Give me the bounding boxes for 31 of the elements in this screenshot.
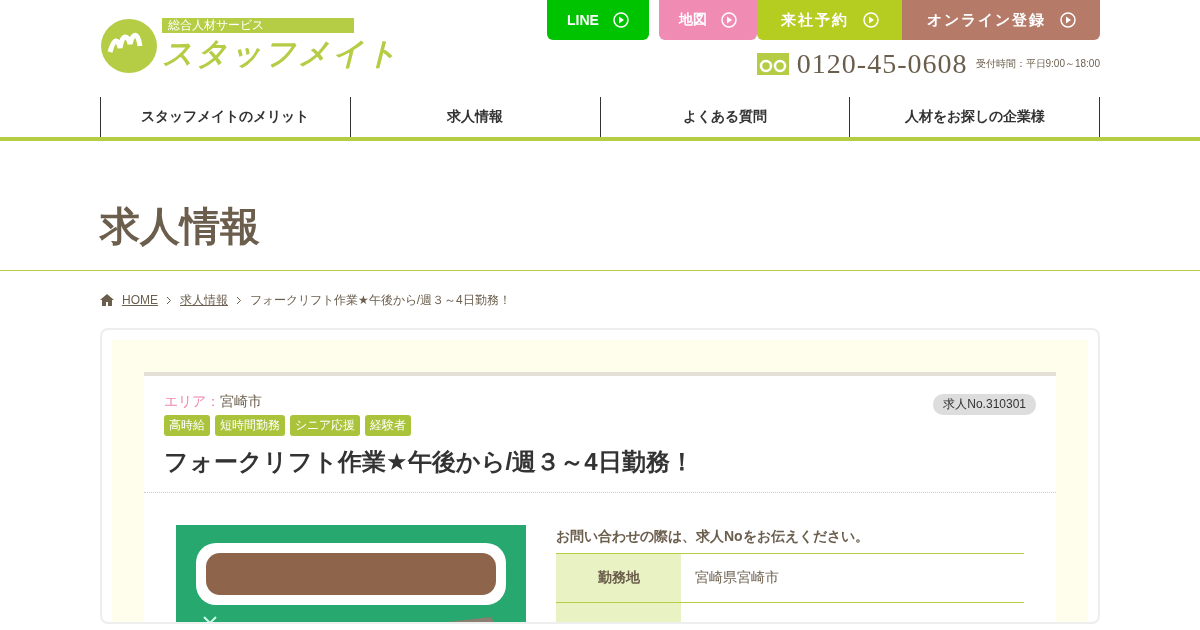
business-hours: 受付時間：平日9:00～18:00 [975,57,1100,71]
play-icon [612,12,629,28]
page-title: 求人情報 [100,203,261,250]
table-cell-text: 宮崎県宮崎市 [694,568,780,587]
nav-item[interactable]: スタッフメイトのメリット [101,97,351,137]
breadcrumb-link[interactable]: 求人情報 [180,291,228,309]
job-number: 求人No.310301 [933,394,1036,415]
breadcrumb-link[interactable]: HOME [122,293,158,307]
job-tag: 経験者 [365,415,411,436]
area-text: エリア：宮崎市 [164,393,262,411]
play-icon [721,12,737,28]
logo-tagline: 総合人材サービス [162,17,354,33]
job-tag: 短時間勤務 [215,415,285,436]
play-icon [1059,12,1076,28]
job-tag: シニア応援 [290,415,360,436]
home-icon [100,294,114,306]
breadcrumb-current: フォークリフト作業★午後から/週３～4日勤務！ [250,291,511,309]
chevron-icon [236,295,242,305]
logo-name: スタッフメイト [162,34,400,73]
table-header: 勤務地 [556,554,681,602]
nav-item[interactable]: 求人情報 [350,97,601,137]
play-icon [862,12,879,28]
job-title: フォークリフト作業★午後から/週３～4日勤務！ [164,447,695,477]
free-dial-icon [756,53,789,75]
chevron-icon [166,295,172,305]
logo-icon [100,18,158,74]
nav-item[interactable]: よくある質問 [600,97,851,137]
job-tag: 高時給 [164,415,210,436]
header-button[interactable]: オンライン登録 [902,0,1100,40]
phone-number: 0120-45-0608 [796,48,968,80]
nav-item[interactable]: 人材をお探しの企業様 [850,97,1100,137]
